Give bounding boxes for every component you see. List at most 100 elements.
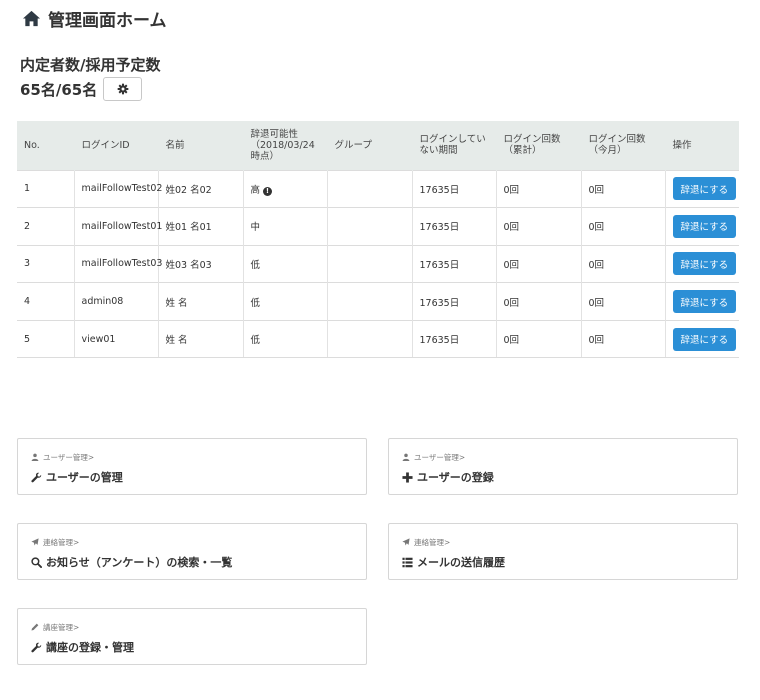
column-header: ログイン回数（今月） (581, 121, 666, 170)
card-breadcrumb: 講座管理> (31, 622, 353, 632)
column-header: 名前 (158, 121, 244, 170)
cell-idle: 17635日 (412, 319, 497, 359)
cell-group (327, 169, 413, 208)
card-breadcrumb-label: 連絡管理> (43, 537, 80, 547)
cell-login-id: admin08 (74, 282, 159, 321)
summary-value: 65名/65名 (20, 80, 98, 99)
cell-login-total: 0回 (496, 207, 582, 246)
cell-login-month: 0回 (581, 319, 666, 359)
cell-login-id: mailFollowTest03 (74, 244, 162, 283)
column-header: ログインID (74, 121, 159, 170)
card-breadcrumb-label: ユーザー管理> (414, 452, 466, 462)
cell-risk: 中 (243, 207, 328, 246)
summary-label: 内定者数/採用予定数 (20, 56, 161, 74)
cell-action: 辞退にする (665, 319, 739, 359)
table-row: 1 mailFollowTest02 姓02 名02 高! 17635日 0回 … (17, 169, 739, 208)
summary-row: 65名/65名 (20, 77, 143, 101)
pencil-icon (31, 623, 39, 631)
card-breadcrumb-label: 講座管理> (43, 622, 80, 632)
cell-login-month: 0回 (581, 282, 666, 321)
cell-no: 1 (17, 169, 75, 208)
table-row: 2 mailFollowTest01 姓01 名01 中 17635日 0回 0… (17, 207, 739, 246)
cell-login-month: 0回 (581, 244, 666, 283)
table-header-row: No. ログインID 名前 辞退可能性（2018/03/24時点） グループ ロ… (17, 121, 739, 170)
search-icon (31, 556, 42, 568)
card-title: ユーザーの管理 (31, 469, 353, 485)
cell-login-id: mailFollowTest01 (74, 207, 162, 246)
cell-risk: 高! (243, 169, 328, 208)
cell-login-total: 0回 (496, 319, 582, 359)
cell-risk: 低 (243, 282, 328, 321)
table-row: 4 admin08 姓 名 低 17635日 0回 0回 辞退にする (17, 282, 739, 321)
page-title: 管理画面ホーム (22, 6, 167, 31)
cell-action: 辞退にする (665, 282, 739, 321)
card-breadcrumb-label: ユーザー管理> (43, 452, 95, 462)
card-title-label: ユーザーの登録 (417, 471, 494, 484)
card-title: お知らせ（アンケート）の検索・一覧 (31, 554, 353, 570)
card-user-management[interactable]: ユーザー管理> ユーザーの管理 (17, 438, 367, 495)
card-title-label: 講座の登録・管理 (46, 641, 134, 654)
cell-action: 辞退にする (665, 244, 739, 283)
cell-login-id: mailFollowTest02 (74, 169, 162, 208)
resign-button[interactable]: 辞退にする (672, 290, 737, 314)
card-title: メールの送信履歴 (402, 554, 724, 570)
column-header: ログインしていない期間 (412, 121, 497, 170)
settings-button[interactable] (103, 77, 143, 101)
cell-no: 2 (17, 207, 75, 246)
resign-button[interactable]: 辞退にする (672, 214, 737, 238)
cell-idle: 17635日 (412, 244, 497, 283)
plus-icon (402, 471, 413, 483)
card-user-register[interactable]: ユーザー管理> ユーザーの登録 (388, 438, 738, 495)
cell-idle: 17635日 (412, 207, 497, 246)
user-icon (402, 453, 410, 461)
resign-button[interactable]: 辞退にする (672, 327, 737, 351)
wrench-icon (31, 472, 42, 482)
table-row: 5 view01 姓 名 低 17635日 0回 0回 辞退にする (17, 319, 739, 359)
column-header: 辞退可能性（2018/03/24時点） (243, 121, 328, 170)
list-icon (402, 557, 413, 567)
wrench-icon (31, 642, 42, 652)
table-row: 3 mailFollowTest03 姓03 名03 低 17635日 0回 0… (17, 244, 739, 283)
cell-no: 5 (17, 319, 75, 359)
cell-group (327, 244, 413, 283)
card-breadcrumb: ユーザー管理> (31, 452, 353, 462)
send-icon (31, 538, 39, 546)
card-title: 講座の登録・管理 (31, 639, 353, 655)
cell-name: 姓 名 (158, 319, 244, 359)
cell-login-total: 0回 (496, 169, 582, 208)
resign-button[interactable]: 辞退にする (672, 252, 737, 276)
card-course-management[interactable]: 講座管理> 講座の登録・管理 (17, 608, 367, 665)
column-header: グループ (327, 121, 413, 170)
cell-login-total: 0回 (496, 244, 582, 283)
info-icon[interactable]: ! (263, 186, 273, 196)
cell-login-month: 0回 (581, 169, 666, 208)
cell-idle: 17635日 (412, 282, 497, 321)
cell-group (327, 282, 413, 321)
home-icon (22, 10, 41, 26)
cell-risk: 低 (243, 244, 328, 283)
card-mail-history[interactable]: 連絡管理> メールの送信履歴 (388, 523, 738, 580)
cell-risk: 低 (243, 319, 328, 359)
users-table: No. ログインID 名前 辞退可能性（2018/03/24時点） グループ ロ… (17, 121, 739, 359)
resign-button[interactable]: 辞退にする (672, 177, 737, 201)
cell-no: 4 (17, 282, 75, 321)
cell-action: 辞退にする (665, 207, 739, 246)
cell-action: 辞退にする (665, 169, 739, 208)
card-breadcrumb-label: 連絡管理> (414, 537, 451, 547)
cell-group (327, 319, 413, 359)
card-notice-search[interactable]: 連絡管理> お知らせ（アンケート）の検索・一覧 (17, 523, 367, 580)
card-title-label: お知らせ（アンケート）の検索・一覧 (46, 556, 233, 569)
risk-value: 高 (250, 184, 261, 196)
cell-name: 姓01 名01 (158, 207, 244, 246)
gear-icon (117, 83, 129, 95)
card-title-label: ユーザーの管理 (46, 471, 123, 484)
card-breadcrumb: 連絡管理> (31, 537, 353, 547)
card-title: ユーザーの登録 (402, 469, 724, 485)
cell-name: 姓03 名03 (158, 244, 244, 283)
cell-name: 姓02 名02 (158, 169, 244, 208)
column-header: 操作 (665, 121, 739, 170)
card-title-label: メールの送信履歴 (417, 556, 505, 569)
card-breadcrumb: 連絡管理> (402, 537, 724, 547)
cell-idle: 17635日 (412, 169, 497, 208)
page-title-text: 管理画面ホーム (48, 10, 167, 31)
